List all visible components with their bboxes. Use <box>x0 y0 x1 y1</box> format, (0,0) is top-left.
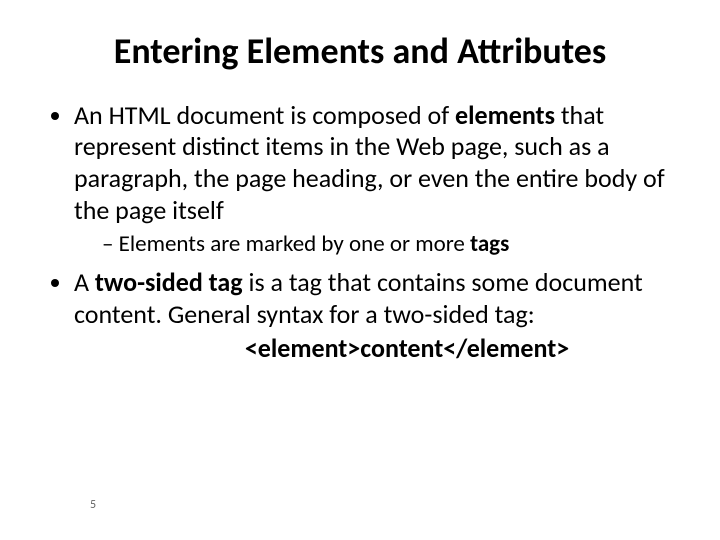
syntax-line: <element>content</element> <box>134 333 680 365</box>
bullet-2: A two-sided tag is a tag that contains s… <box>74 267 680 364</box>
bullet-list: An HTML document is composed of elements… <box>40 100 680 365</box>
bullet-1: An HTML document is composed of elements… <box>74 100 680 260</box>
page-number: 5 <box>90 498 96 512</box>
slide: Entering Elements and Attributes An HTML… <box>0 0 720 540</box>
slide-title: Entering Elements and Attributes <box>40 32 680 72</box>
sub-bullet-1-text-a: Elements are marked by one or more <box>119 230 470 258</box>
bullet-1-text-a: An HTML document is composed of <box>74 99 455 131</box>
sub-bullet-1-bold: tags <box>470 230 509 258</box>
sub-bullet-1: Elements are marked by one or more tags <box>102 230 680 259</box>
bullet-2-text-a: A <box>74 266 95 298</box>
bullet-1-bold: elements <box>455 99 555 131</box>
bullet-2-bold: two-sided tag <box>95 266 243 298</box>
sub-list-1: Elements are marked by one or more tags <box>74 230 680 259</box>
